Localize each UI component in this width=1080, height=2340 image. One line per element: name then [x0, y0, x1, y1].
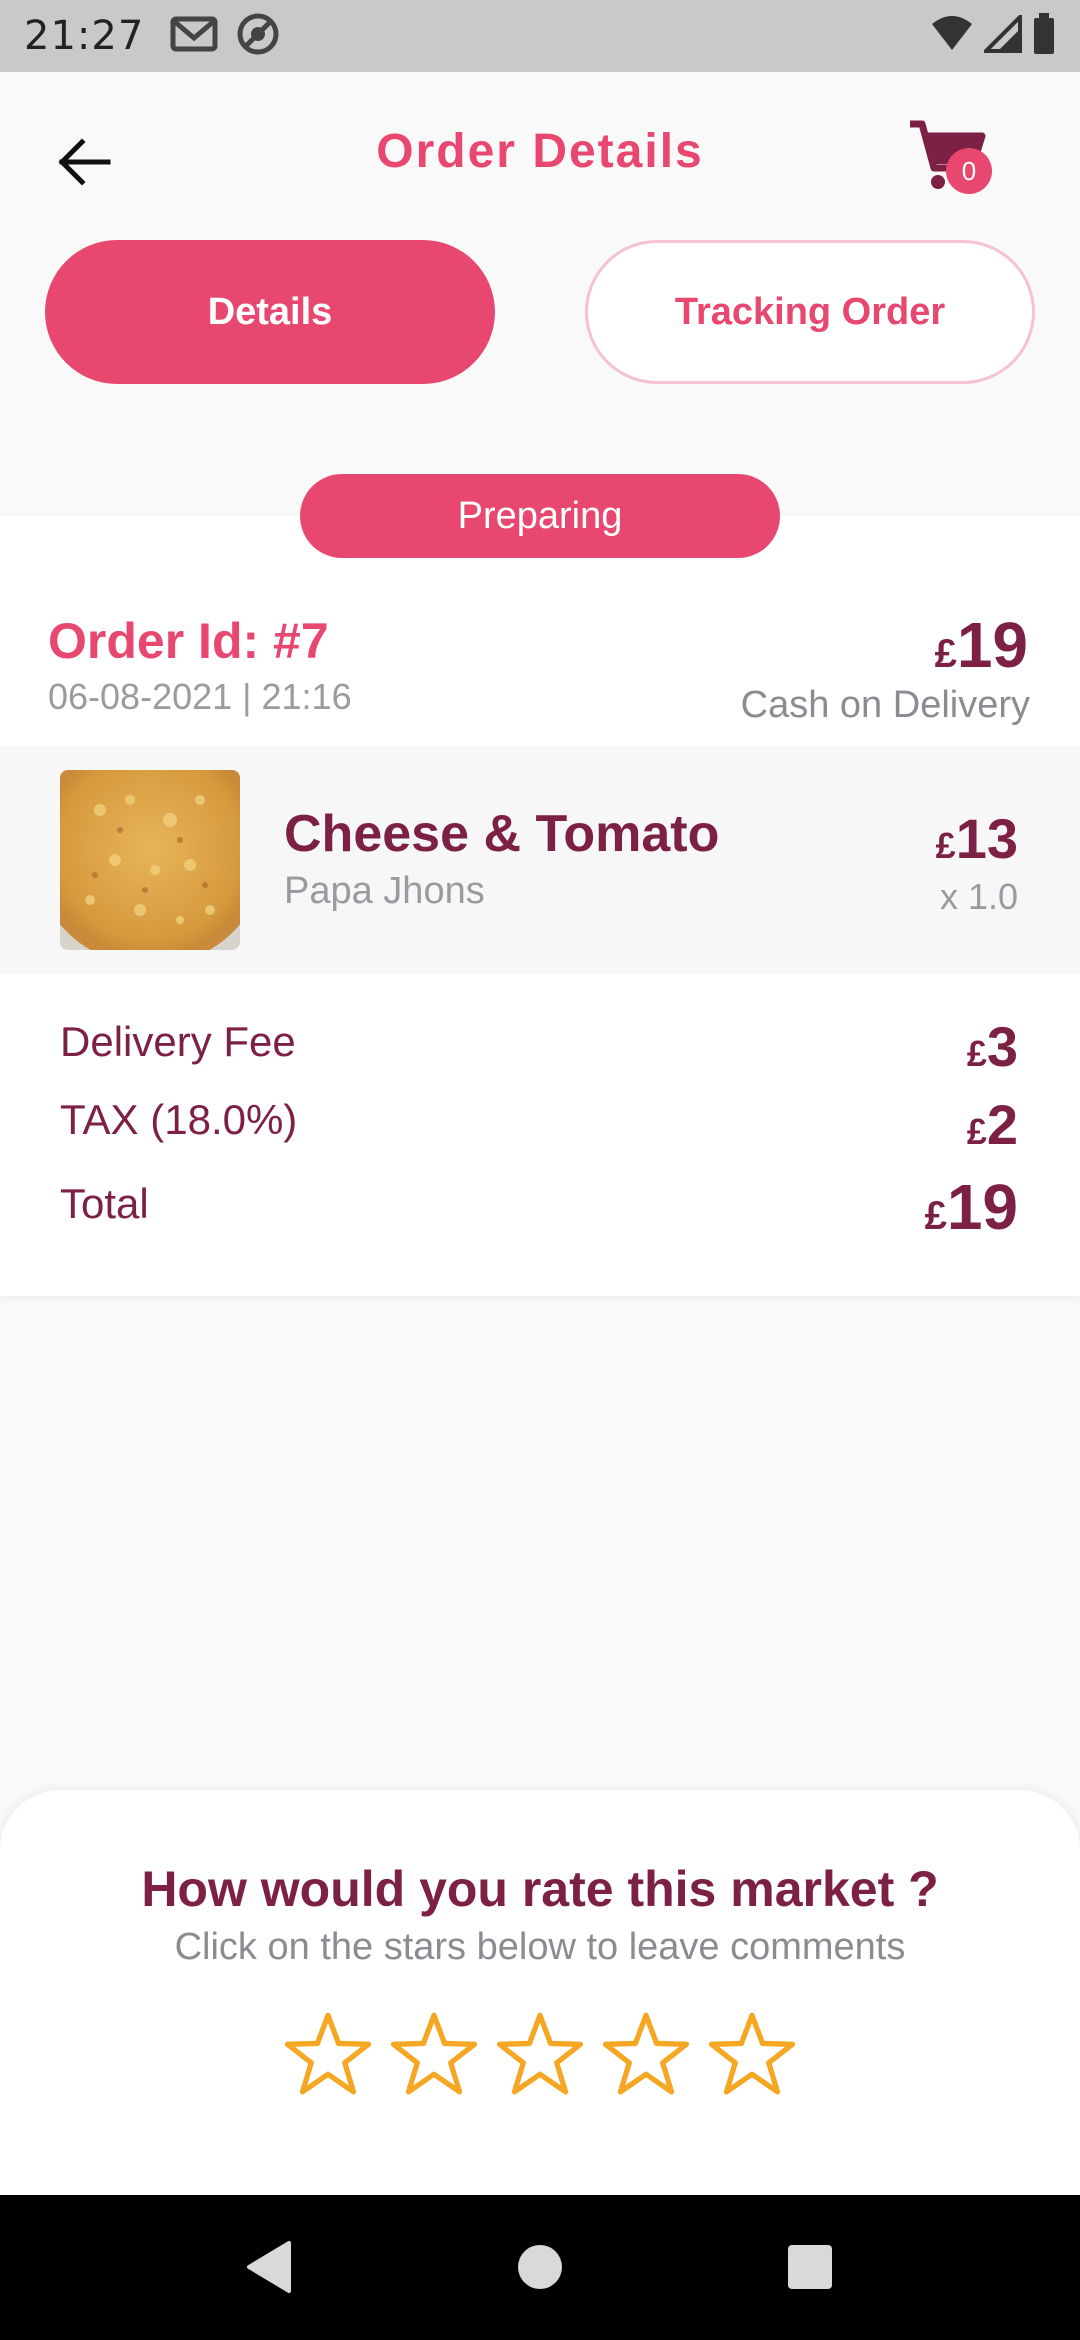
star-icon[interactable] [496, 2010, 584, 2098]
star-icon[interactable] [708, 2010, 796, 2098]
total-label: Total [60, 1180, 149, 1227]
nav-home-button[interactable] [510, 2237, 570, 2297]
tax-label: TAX (18.0%) [60, 1096, 298, 1143]
status-bar: 21:27 [0, 0, 1080, 72]
star-icon[interactable] [602, 2010, 690, 2098]
star-icon[interactable] [284, 2010, 372, 2098]
rating-subtitle: Click on the stars below to leave commen… [174, 1926, 906, 1968]
order-id: Order Id: #7 [48, 613, 329, 669]
total-value: £19 [924, 1171, 1018, 1243]
item-vendor: Papa Jhons [284, 870, 485, 912]
item-price: £13 [936, 806, 1018, 871]
circle-home-icon [518, 2245, 562, 2289]
status-notification-icons [170, 12, 280, 61]
nav-recents-button[interactable] [780, 2237, 840, 2297]
order-status-badge: Preparing [300, 474, 780, 558]
system-navigation-bar [0, 2195, 1080, 2340]
star-icon[interactable] [390, 2010, 478, 2098]
wifi-icon [930, 14, 974, 59]
order-total: £19 [935, 608, 1028, 682]
order-datetime: 06-08-2021 | 21:16 [48, 676, 352, 717]
tax-value: £2 [966, 1093, 1018, 1156]
pizza-image [60, 770, 240, 950]
gmail-icon [170, 14, 218, 59]
square-recents-icon [788, 2245, 832, 2289]
nav-back-button[interactable] [238, 2237, 298, 2297]
triangle-back-icon [247, 2241, 291, 2293]
currency-symbol: £ [966, 1033, 987, 1074]
item-quantity: x 1.0 [939, 876, 1018, 917]
tab-details[interactable]: Details [45, 240, 495, 384]
item-price-value: 13 [955, 807, 1018, 870]
order-item-row[interactable]: Cheese & Tomato Papa Jhons £13 x 1.0 [0, 746, 1080, 974]
no-disturb-icon [236, 12, 280, 61]
delivery-fee-label: Delivery Fee [60, 1018, 296, 1065]
cart-count-badge: 0 [946, 148, 992, 194]
signal-icon [981, 11, 1022, 58]
delivery-fee-value: £3 [966, 1015, 1018, 1078]
rating-panel: How would you rate this market ? Click o… [0, 1790, 1080, 2195]
currency-symbol: £ [935, 825, 956, 866]
currency-symbol: £ [934, 632, 957, 676]
status-time: 21:27 [24, 13, 145, 59]
currency-symbol: £ [966, 1111, 987, 1152]
currency-symbol: £ [924, 1194, 947, 1238]
payment-method: Cash on Delivery [740, 684, 1030, 726]
item-name: Cheese & Tomato [284, 805, 720, 863]
tab-tracking-order[interactable]: Tracking Order [585, 240, 1035, 384]
star-rating [0, 2010, 1080, 2098]
status-system-icons [930, 11, 1056, 60]
battery-icon [1032, 12, 1056, 60]
order-total-value: 19 [956, 609, 1028, 681]
app-bar: Order Details [0, 72, 1080, 240]
rating-title: How would you rate this market ? [141, 1861, 939, 1917]
